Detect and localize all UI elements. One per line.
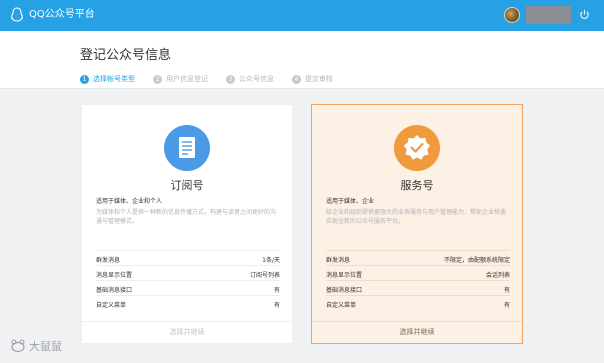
step-1: 1 选择帐号类型	[80, 74, 135, 84]
feature-row: 自定义菜单 有	[96, 295, 280, 310]
qq-penguin-icon	[11, 7, 23, 22]
feature-value: 有	[503, 287, 510, 294]
card-audience: 适用于媒体、企业	[326, 198, 375, 205]
page-header: 登记公众号信息 1 选择帐号类型 2 用户信息登记 3 公众号信息 4 提交审核	[0, 31, 604, 89]
avatar[interactable]	[504, 7, 520, 23]
feature-list: 群发消息 1条/天 消息显示位置 订阅号列表 基础消息接口 有 自定义菜单 有	[96, 250, 280, 310]
card-description: 给企业和组织提供更强大的业务服务与用户管理能力，帮助企业快速实现全新的公众号服务…	[326, 209, 507, 225]
feature-row: 群发消息 1条/天	[96, 250, 280, 265]
card-title: 订阅号	[170, 179, 204, 192]
feature-row: 基础消息接口 有	[96, 280, 280, 295]
feature-row: 群发消息 不限定，由配额系统限定	[326, 250, 510, 265]
user-name-redacted[interactable]	[526, 6, 571, 24]
feature-label: 基础消息接口	[96, 287, 133, 294]
feature-label: 消息显示位置	[326, 272, 363, 279]
feature-value: 订阅号列表	[249, 272, 280, 279]
feature-value: 有	[503, 302, 510, 309]
feature-value: 有	[273, 287, 280, 294]
feature-label: 自定义菜单	[326, 302, 357, 309]
card-audience: 适用于媒体、企业和个人	[96, 198, 163, 205]
step-indicator: 1 选择帐号类型 2 用户信息登记 3 公众号信息 4 提交审核	[80, 74, 351, 84]
subscription-account-card[interactable]: 订阅号 适用于媒体、企业和个人 为媒体和个人提供一种新的信息传播方式，构建与读者…	[81, 104, 293, 344]
feature-row: 自定义菜单 有	[326, 295, 510, 310]
feature-row: 基础消息接口 有	[326, 280, 510, 295]
page-title: 登记公众号信息	[80, 48, 172, 63]
step-number: 1	[80, 74, 89, 84]
select-continue-button[interactable]: 选择并继续	[312, 321, 522, 343]
step-number: 4	[292, 74, 301, 84]
step-4: 4 提交审核	[292, 74, 333, 84]
feature-value: 不限定，由配额系统限定	[443, 257, 510, 264]
card-description: 为媒体和个人提供一种新的信息传播方式，构建与读者之间更好的沟通与管理模式。	[96, 209, 277, 225]
watermark-text: 大鼠鼠	[29, 340, 62, 353]
feature-label: 群发消息	[96, 257, 121, 264]
step-label: 公众号信息	[239, 75, 274, 83]
step-label: 选择帐号类型	[93, 75, 135, 83]
logo[interactable]: QQ公众号平台	[10, 7, 95, 23]
service-account-card[interactable]: 服务号 适用于媒体、企业 给企业和组织提供更强大的业务服务与用户管理能力，帮助企…	[311, 104, 523, 344]
step-3: 3 公众号信息	[226, 74, 274, 84]
top-bar: QQ公众号平台	[0, 0, 604, 31]
feature-row: 消息显示位置 订阅号列表	[96, 265, 280, 280]
feature-row: 消息显示位置 会话列表	[326, 265, 510, 280]
feature-value: 有	[273, 302, 280, 309]
feature-label: 消息显示位置	[96, 272, 133, 279]
badge-check-icon	[394, 125, 440, 171]
feature-value: 1条/天	[262, 257, 280, 264]
feature-list: 群发消息 不限定，由配额系统限定 消息显示位置 会话列表 基础消息接口 有 自定…	[326, 250, 510, 310]
mouse-logo-icon	[11, 339, 25, 353]
app-title: QQ公众号平台	[29, 9, 95, 20]
step-number: 2	[153, 74, 162, 84]
power-icon[interactable]	[579, 9, 590, 20]
document-icon	[164, 125, 210, 171]
watermark: 大鼠鼠	[10, 338, 62, 354]
step-number: 3	[226, 74, 235, 84]
feature-label: 自定义菜单	[96, 302, 127, 309]
card-title: 服务号	[400, 179, 434, 192]
step-label: 提交审核	[305, 75, 333, 83]
step-2: 2 用户信息登记	[153, 74, 208, 84]
feature-label: 群发消息	[326, 257, 351, 264]
step-label: 用户信息登记	[166, 75, 208, 83]
feature-label: 基础消息接口	[326, 287, 363, 294]
feature-value: 会话列表	[485, 272, 510, 279]
select-continue-button[interactable]: 选择并继续	[82, 321, 292, 343]
